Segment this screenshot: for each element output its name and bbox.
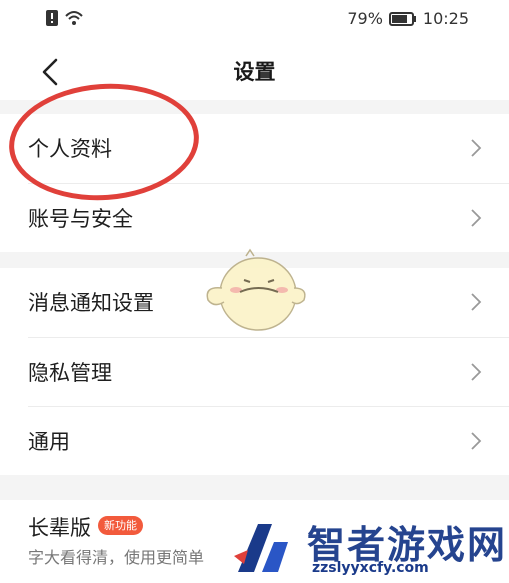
clock: 10:25 <box>422 9 469 28</box>
alert-icon <box>46 10 58 26</box>
chevron-right-icon <box>471 139 482 157</box>
site-logo-icon <box>234 524 288 572</box>
new-feature-badge: 新功能 <box>98 516 143 535</box>
chevron-right-icon <box>471 432 482 450</box>
settings-item-label: 消息通知设置 <box>28 291 154 315</box>
mascot-watermark-icon <box>206 248 306 331</box>
status-left <box>46 10 84 26</box>
status-right: 79% 10:25 <box>347 9 469 28</box>
battery-icon <box>388 11 416 26</box>
elder-mode-subtitle: 字大看得清，使用更简单 <box>28 548 205 567</box>
chevron-right-icon <box>471 293 482 311</box>
section-gap <box>0 475 509 500</box>
page-title: 设置 <box>233 60 276 84</box>
settings-item-general[interactable]: 通用 <box>0 407 509 475</box>
wifi-icon <box>65 11 83 25</box>
settings-item-label: 隐私管理 <box>28 361 112 385</box>
chevron-right-icon <box>471 209 482 227</box>
settings-item-label: 账号与安全 <box>28 207 133 231</box>
battery-percent: 79% <box>347 9 383 28</box>
settings-item-label: 通用 <box>28 430 70 454</box>
settings-item-privacy[interactable]: 隐私管理 <box>0 338 509 406</box>
elder-mode-title: 长辈版 <box>28 516 91 540</box>
chevron-right-icon <box>471 363 482 381</box>
status-bar: 79% 10:25 <box>0 0 509 42</box>
site-watermark-url: zzslyyxcfy.com <box>312 560 429 576</box>
